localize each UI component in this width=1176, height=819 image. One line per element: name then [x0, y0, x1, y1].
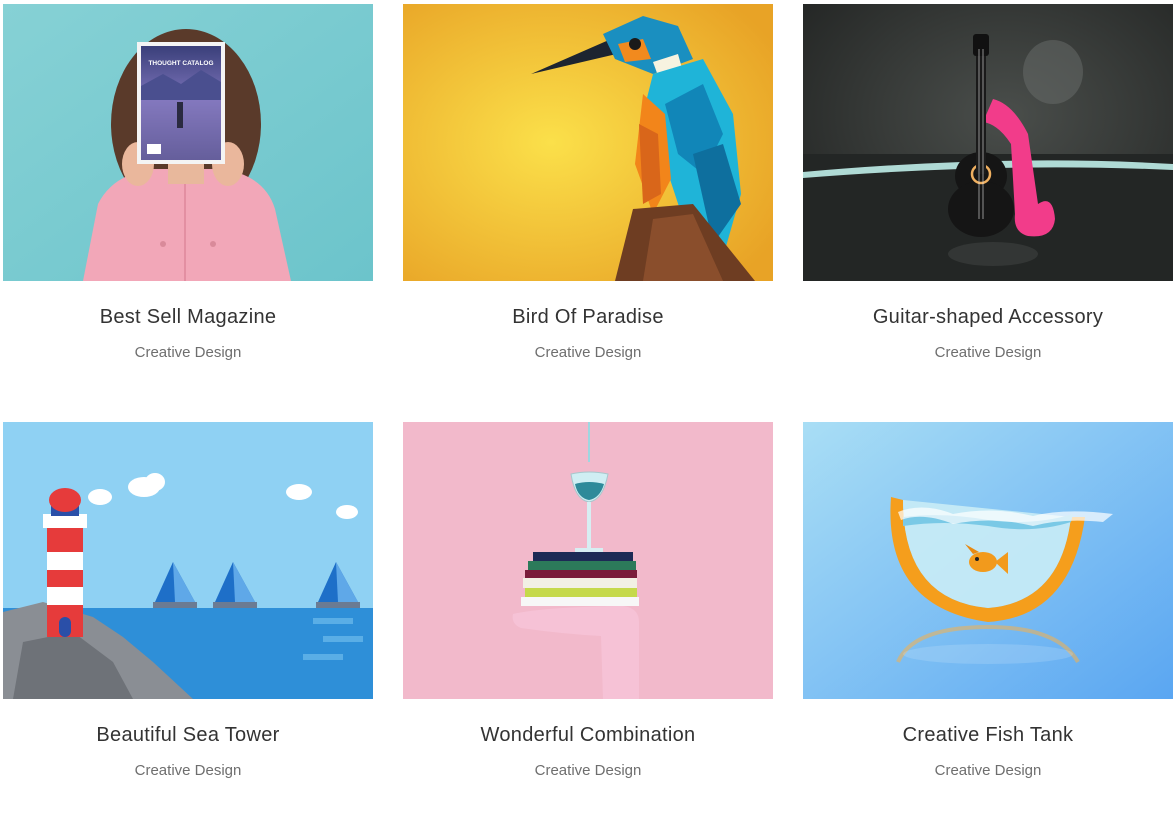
guitar-illustration — [803, 4, 1173, 281]
magazine-illustration: THOUGHT CATALOG — [3, 4, 373, 281]
portfolio-image-guitar[interactable] — [803, 4, 1173, 281]
portfolio-image-bird[interactable] — [403, 4, 773, 281]
portfolio-title[interactable]: Creative Fish Tank — [803, 724, 1173, 747]
portfolio-grid: THOUGHT CATALOG Best Sell Magazine Creat… — [0, 0, 1176, 819]
portfolio-card-fish-tank[interactable]: Creative Fish Tank Creative Design — [803, 422, 1173, 779]
magazine-cover-title: THOUGHT CATALOG — [148, 60, 213, 67]
portfolio-category[interactable]: Creative Design — [3, 762, 373, 779]
portfolio-card-best-sell-magazine[interactable]: THOUGHT CATALOG Best Sell Magazine Creat… — [3, 4, 373, 361]
portfolio-card-wonderful-combination[interactable]: Wonderful Combination Creative Design — [403, 422, 773, 779]
portfolio-image-fish-tank[interactable] — [803, 422, 1173, 699]
portfolio-title[interactable]: Wonderful Combination — [403, 724, 773, 747]
portfolio-image-combination[interactable] — [403, 422, 773, 699]
portfolio-image-sea-tower[interactable] — [3, 422, 373, 699]
sea-tower-illustration — [3, 422, 373, 699]
portfolio-category[interactable]: Creative Design — [803, 762, 1173, 779]
portfolio-card-guitar-accessory[interactable]: Guitar-shaped Accessory Creative Design — [803, 4, 1173, 361]
fish-tank-illustration — [803, 422, 1173, 699]
portfolio-card-sea-tower[interactable]: Beautiful Sea Tower Creative Design — [3, 422, 373, 779]
portfolio-category[interactable]: Creative Design — [3, 344, 373, 361]
portfolio-image-magazine[interactable]: THOUGHT CATALOG — [3, 4, 373, 281]
portfolio-category[interactable]: Creative Design — [403, 762, 773, 779]
portfolio-category[interactable]: Creative Design — [403, 344, 773, 361]
portfolio-title[interactable]: Best Sell Magazine — [3, 306, 373, 329]
bird-illustration — [403, 4, 773, 281]
portfolio-title[interactable]: Guitar-shaped Accessory — [803, 306, 1173, 329]
portfolio-category[interactable]: Creative Design — [803, 344, 1173, 361]
portfolio-title[interactable]: Bird Of Paradise — [403, 306, 773, 329]
portfolio-card-bird-of-paradise[interactable]: Bird Of Paradise Creative Design — [403, 4, 773, 361]
portfolio-title[interactable]: Beautiful Sea Tower — [3, 724, 373, 747]
combination-illustration — [403, 422, 773, 699]
